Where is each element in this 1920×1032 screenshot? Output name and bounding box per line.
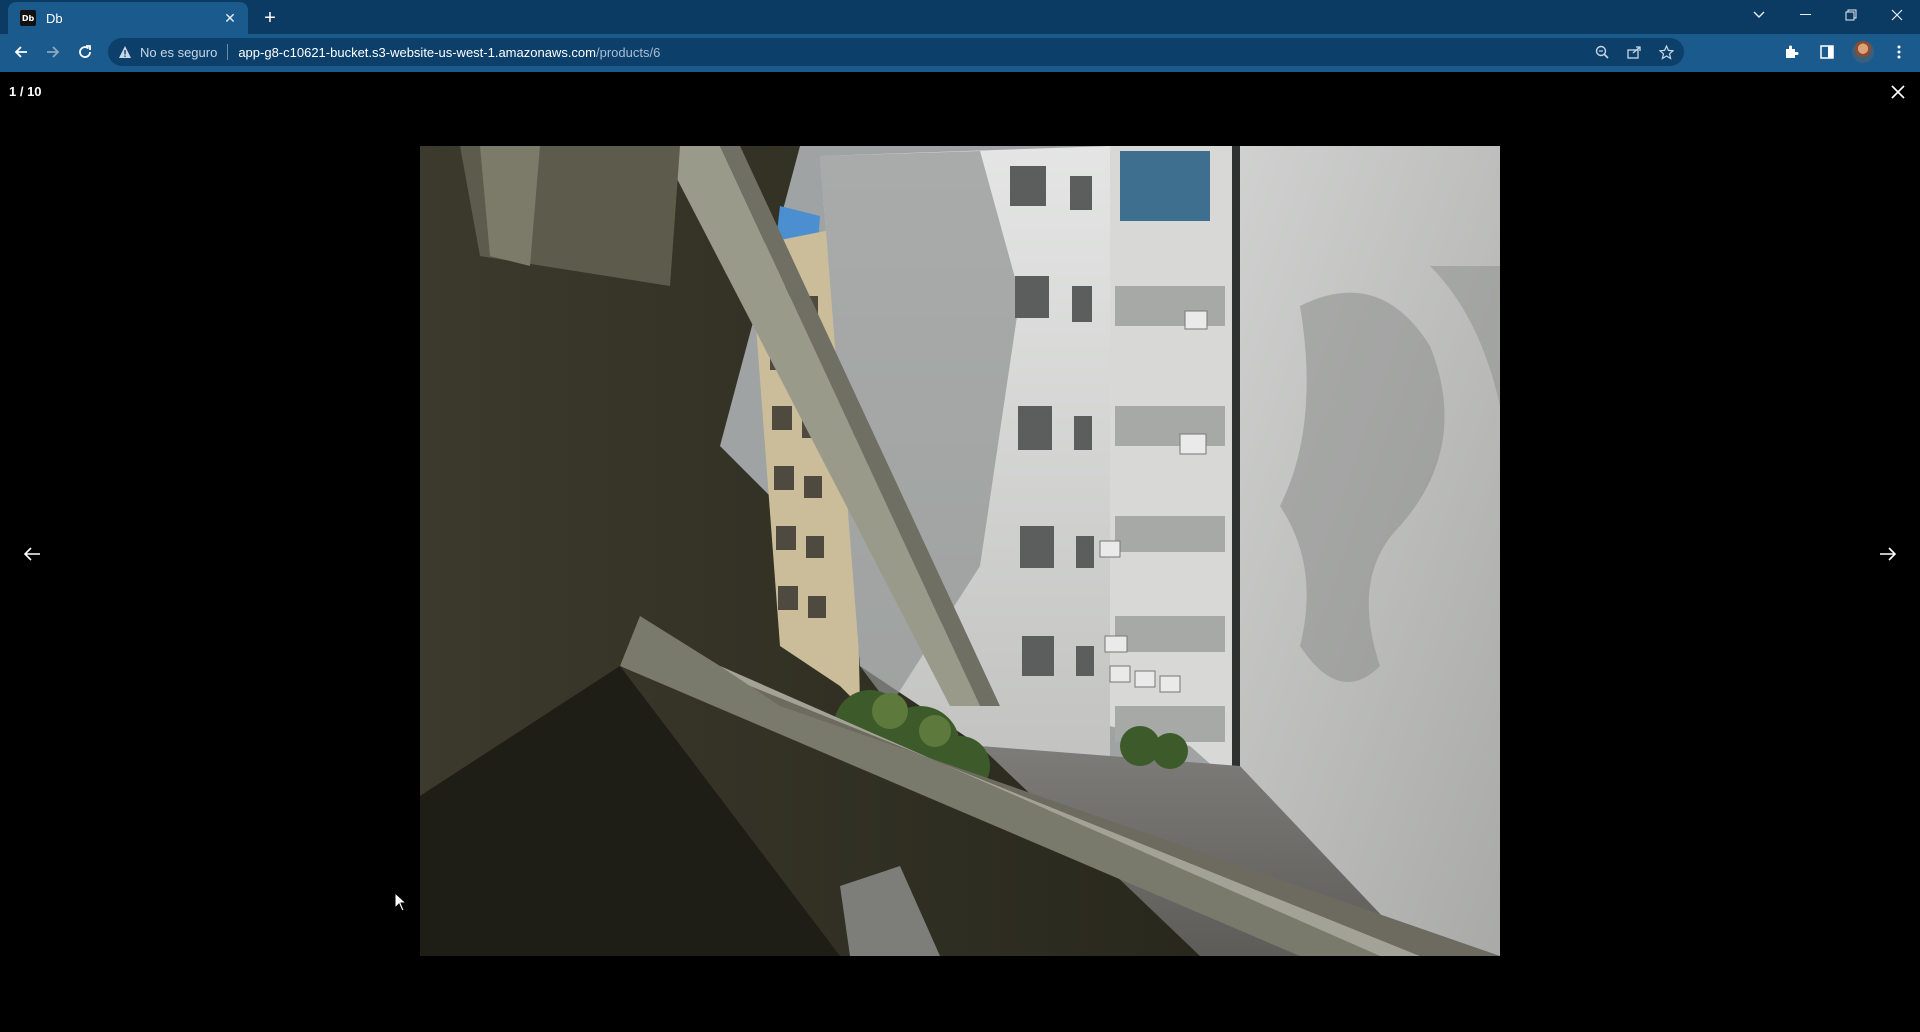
- new-tab-icon[interactable]: +: [258, 6, 282, 30]
- restore-icon[interactable]: [1828, 0, 1874, 30]
- share-icon[interactable]: [1624, 42, 1644, 62]
- url-text[interactable]: app-g8-c10621-bucket.s3-website-us-west-…: [238, 45, 660, 60]
- omnibox-actions: [1592, 42, 1676, 62]
- browser-toolbar: No es seguro app-g8-c10621-bucket.s3-web…: [0, 34, 1920, 70]
- bookmark-star-icon[interactable]: [1656, 42, 1676, 62]
- tab-favicon: Db: [20, 10, 36, 26]
- forward-icon[interactable]: [40, 39, 66, 65]
- back-icon[interactable]: [8, 39, 34, 65]
- previous-image-button[interactable]: [16, 538, 48, 570]
- gallery-photo: [420, 146, 1500, 956]
- image-counter: 1 / 10: [9, 84, 42, 99]
- window-close-icon[interactable]: [1874, 0, 1920, 30]
- profile-avatar[interactable]: [1850, 39, 1876, 65]
- omnibox-separator: [227, 44, 229, 60]
- url-path: /products/6: [596, 44, 661, 60]
- next-image-button[interactable]: [1872, 538, 1904, 570]
- tab-close-icon[interactable]: ✕: [220, 8, 240, 28]
- extensions-icon[interactable]: [1778, 39, 1804, 65]
- url-host: app-g8-c10621-bucket.s3-website-us-west-…: [238, 44, 596, 60]
- tab-title: Db: [46, 10, 63, 26]
- side-panel-icon[interactable]: [1814, 39, 1840, 65]
- toolbar-divider: [0, 70, 1920, 72]
- address-bar[interactable]: No es seguro app-g8-c10621-bucket.s3-web…: [108, 38, 1684, 66]
- mouse-cursor: [394, 892, 408, 912]
- arrow-left-icon: [23, 547, 40, 561]
- browser-tabstrip: Db Db ✕ +: [0, 0, 1920, 34]
- tab-search-icon[interactable]: [1736, 0, 1782, 30]
- arrow-right-icon: [1880, 547, 1897, 561]
- menu-kebab-icon[interactable]: [1886, 39, 1912, 65]
- zoom-icon[interactable]: [1592, 42, 1612, 62]
- reload-icon[interactable]: [72, 39, 98, 65]
- browser-tab-active[interactable]: Db Db ✕: [8, 2, 248, 34]
- lightbox-close-icon[interactable]: [1886, 80, 1910, 104]
- security-label[interactable]: No es seguro: [140, 45, 217, 60]
- warning-icon: [119, 46, 131, 58]
- window-controls: [1736, 0, 1920, 30]
- toolbar-actions: [1778, 39, 1912, 65]
- minimize-icon[interactable]: [1782, 0, 1828, 30]
